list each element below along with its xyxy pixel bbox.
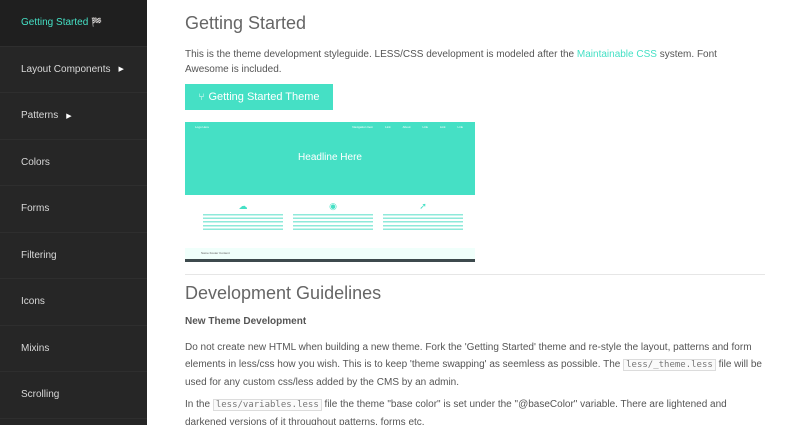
sidebar-item-label: Forms — [21, 203, 50, 215]
theme-less-code: less/_theme.less — [623, 359, 716, 371]
theme-preview-image[interactable]: Logo Here Navigation Item Link About Lin… — [185, 122, 475, 262]
sidebar-item-label: Patterns — [21, 110, 59, 122]
preview-footer-bar — [185, 259, 475, 262]
sidebar-item-label: Getting Started — [21, 17, 89, 29]
preview-feature-text — [203, 214, 283, 230]
preview-nav-item: About — [402, 125, 411, 129]
sidebar-item-label: Mixins — [21, 342, 50, 354]
sidebar-item-forms[interactable]: Forms — [0, 186, 147, 233]
preview-nav-item: Link — [439, 125, 446, 129]
page-title: Getting Started — [185, 13, 307, 33]
maintainable-css-link[interactable]: Maintainable CSS — [577, 49, 657, 60]
sidebar-item-scrolling[interactable]: Scrolling — [0, 372, 147, 419]
caret-right-icon: ▶ — [66, 112, 72, 120]
sidebar-item-colors[interactable]: Colors — [0, 140, 147, 186]
preview-feature-columns: ☁ ◉ ➚ — [185, 195, 475, 230]
preview-brand: Logo Here — [195, 125, 210, 129]
guideline-paragraph: Do not create new HTML when building a n… — [185, 339, 763, 391]
button-label: Getting Started Theme — [208, 91, 320, 103]
sidebar-item-label: Scrolling — [21, 389, 60, 401]
preview-nav-item: Link — [385, 125, 391, 129]
sidebar-item-filtering[interactable]: Filtering — [0, 233, 147, 279]
preview-feature-text — [383, 214, 463, 230]
sidebar-item-label: Icons — [21, 296, 45, 308]
preview-nav-item: Link — [457, 125, 463, 129]
rocket-icon: ➚ — [419, 201, 427, 211]
sidebar-item-label: Layout Components — [21, 63, 111, 75]
sidebar-item-layout-components[interactable]: Layout Components ▶ — [0, 47, 147, 93]
preview-nav: Navigation Item Link About Link Link Lin… — [352, 125, 463, 129]
preview-nav-item: Link — [422, 125, 428, 129]
sidebar-item-label: Filtering — [21, 249, 57, 261]
intro-paragraph: This is the theme development styleguide… — [185, 47, 755, 77]
guideline-paragraph: In the less/variables.less file the them… — [185, 396, 763, 425]
preview-feature: ➚ — [383, 201, 463, 230]
sidebar: Getting Started 🏁 Layout Components ▶ Pa… — [0, 0, 147, 425]
preview-hero: Logo Here Navigation Item Link About Lin… — [185, 122, 475, 195]
variables-less-code: less/variables.less — [212, 399, 322, 411]
getting-started-theme-button[interactable]: ⑂ Getting Started Theme — [185, 84, 333, 110]
caret-right-icon: ▶ — [118, 66, 124, 74]
preview-feature: ◉ — [293, 201, 373, 230]
section-heading: Development Guidelines — [185, 283, 382, 303]
preview-headline: Headline Here — [298, 152, 362, 163]
code-fork-icon: ⑂ — [198, 91, 205, 103]
sidebar-item-getting-started[interactable]: Getting Started 🏁 — [0, 0, 147, 47]
cloud-icon: ☁ — [238, 201, 248, 211]
sidebar-item-mixins[interactable]: Mixins — [0, 326, 147, 372]
paragraph-text: In the — [185, 399, 213, 410]
preview-feature: ☁ — [203, 201, 283, 230]
sidebar-item-icons[interactable]: Icons — [0, 279, 147, 326]
subsection-heading: New Theme Development — [185, 316, 307, 327]
sidebar-item-label: Colors — [21, 156, 50, 168]
preview-feature-text — [293, 214, 373, 230]
section-divider — [185, 274, 765, 275]
sidebar-item-patterns[interactable]: Patterns ▶ — [0, 93, 147, 140]
dashboard-icon: ◉ — [329, 201, 337, 211]
intro-text: This is the theme development styleguide… — [185, 49, 577, 60]
flag-icon: 🏁 — [91, 17, 103, 28]
preview-nav-item: Navigation Item — [352, 125, 374, 129]
